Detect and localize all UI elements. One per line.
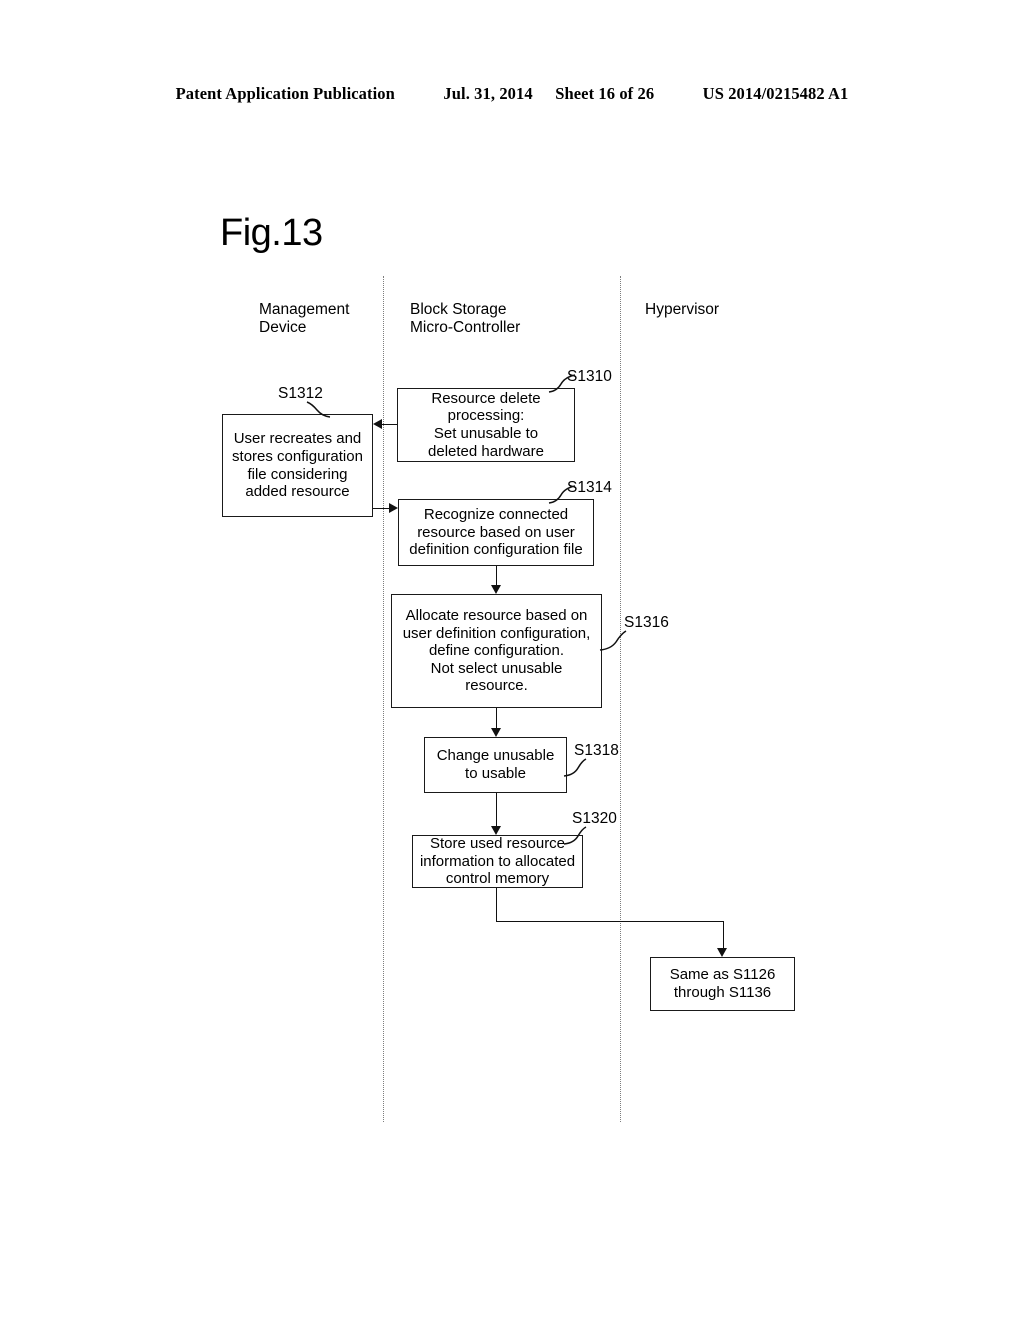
arrow-s1312-to-s1314 [389,503,398,513]
connector-s1310-to-s1312 [382,424,397,425]
leader-line-s1320 [563,826,587,845]
leader-line-s1310 [548,374,576,393]
header-sheet: Sheet 16 of 26 [555,84,655,103]
flow-box-s1312: User recreates and stores configuration … [222,414,373,517]
header-patent-number: US 2014/0215482 A1 [702,84,849,103]
step-label-s1316: S1316 [624,614,669,631]
arrow-s1318-to-s1320 [491,826,501,835]
lane-label-management-device: Management Device [259,301,350,336]
leader-line-s1314 [548,485,576,504]
lane-label-block-storage-micro-controller: Block Storage Micro-Controller [410,301,521,336]
leader-line-s1318 [563,758,587,777]
leader-line-s1316 [599,630,627,651]
arrow-s1314-to-s1316 [491,585,501,594]
flow-box-s1316: Allocate resource based on user definiti… [391,594,602,708]
patent-header: Patent Application Publication Jul. 31, … [0,84,1024,104]
header-date: Jul. 31, 2014 [443,84,533,103]
lane-divider-left [383,276,384,1122]
arrow-s1320-to-same-as [717,948,727,957]
flow-box-s1310: Resource delete processing: Set unusable… [397,388,575,462]
figure-title: Fig.13 [220,212,323,254]
connector-s1312-to-s1314 [373,508,389,509]
connector-s1320-to-same-as [723,921,724,948]
flow-box-s1318: Change unusable to usable [424,737,567,793]
connector-s1320-across [496,921,724,922]
connector-s1314-to-s1316 [496,566,497,585]
connector-s1320-down [496,888,497,921]
connector-s1316-to-s1318 [496,708,497,728]
leader-line-s1312 [306,401,331,418]
arrow-s1316-to-s1318 [491,728,501,737]
flow-box-s1320: Store used resource information to alloc… [412,835,583,888]
lane-divider-right [620,276,621,1122]
connector-s1318-to-s1320 [496,793,497,826]
flow-box-same-as-s1126-through-s1136: Same as S1126 through S1136 [650,957,795,1011]
lane-label-hypervisor: Hypervisor [645,301,720,318]
arrow-s1310-to-s1312 [373,419,382,429]
header-publication: Patent Application Publication [175,84,395,103]
flow-box-s1314: Recognize connected resource based on us… [398,499,594,566]
